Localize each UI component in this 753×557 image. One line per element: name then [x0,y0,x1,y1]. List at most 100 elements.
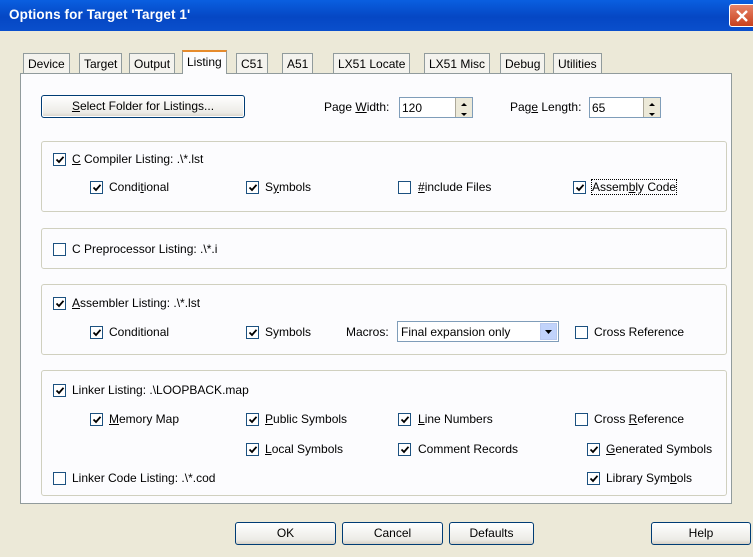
tab-lx51-misc[interactable]: LX51 Misc [424,53,491,73]
a-cross-reference-label: Cross Reference [594,325,685,339]
check-icon [589,446,599,454]
comment-records-label: Comment Records [418,442,519,456]
tab-label: Device [28,57,65,71]
include-files-checkbox[interactable] [398,181,411,194]
generated-symbols-checkbox[interactable] [587,443,600,456]
tab-device[interactable]: Device [23,53,70,73]
tab-target[interactable]: Target [79,53,123,73]
assembler-group [41,284,727,355]
macros-dropdown[interactable]: Final expansion only [397,321,559,342]
public-symbols-label: Public Symbols [265,412,348,426]
check-icon [589,475,599,483]
check-icon [400,416,410,424]
c-compiler-listing-checkbox[interactable] [53,153,66,166]
spin-up-icon[interactable] [456,98,472,107]
c-preprocessor-listing-label: C Preprocessor Listing: .\*.i [72,242,218,256]
spin-up-icon[interactable] [644,98,660,107]
tab-label: Listing [187,55,222,69]
comment-records-checkbox[interactable] [398,443,411,456]
tab-debug[interactable]: Debug [500,53,546,73]
tab-c51[interactable]: C51 [236,53,269,73]
a-conditional-checkbox[interactable] [90,326,103,339]
check-icon [575,184,585,192]
line-numbers-label: Line Numbers [418,412,493,426]
c-symbols-checkbox[interactable] [246,181,259,194]
spin-down-icon[interactable] [456,108,472,117]
close-icon [736,10,748,22]
assembly-code-checkbox[interactable] [573,181,586,194]
close-button[interactable] [729,4,753,27]
tab-label: Output [134,57,171,71]
window-title: Options for Target 'Target 1' [9,7,191,22]
tab-label: Debug [505,57,541,71]
check-icon [400,446,410,454]
page-length-value[interactable]: 65 [592,101,605,115]
page-width-value[interactable]: 120 [402,101,422,115]
l-cross-reference-label: Cross Reference [594,412,685,426]
check-icon [248,184,258,192]
c-preprocessor-listing-checkbox[interactable] [53,243,66,256]
c-compiler-listing-label: C Compiler Listing: .\*.lst [72,152,204,166]
check-icon [55,300,65,308]
assembler-listing-checkbox[interactable] [53,297,66,310]
linker-listing-checkbox[interactable] [53,384,66,397]
check-icon [92,329,102,337]
check-icon [92,416,102,424]
title-bar[interactable]: Options for Target 'Target 1' [0,0,753,31]
linker-listing-label: Linker Listing: .\LOOPBACK.map [72,383,249,397]
local-symbols-checkbox[interactable] [246,443,259,456]
memory-map-label: Memory Map [109,412,180,426]
tab-label: LX51 Locate [338,57,406,71]
tab-output[interactable]: Output [129,53,176,73]
assembly-code-label: Assembly Code [590,179,678,195]
a-cross-reference-checkbox[interactable] [575,326,588,339]
page-length-label: Page Length: [510,100,582,114]
cancel-button[interactable]: Cancel [342,522,443,545]
include-files-label: #include Files [418,180,492,194]
library-symbols-label: Library Symbols [606,471,693,485]
tab-label: C51 [241,57,264,71]
spin-down-icon[interactable] [644,108,660,117]
memory-map-checkbox[interactable] [90,413,103,426]
local-symbols-label: Local Symbols [265,442,344,456]
options-dialog: Options for Target 'Target 1' Device Tar… [0,0,753,557]
a-symbols-checkbox[interactable] [246,326,259,339]
tab-label: Utilities [558,57,597,71]
defaults-button[interactable]: Defaults [449,522,534,545]
c-symbols-label: Symbols [265,180,312,194]
check-icon [248,416,258,424]
library-symbols-checkbox[interactable] [587,472,600,485]
label-part: elect Folder for Listings... [79,99,215,113]
line-numbers-checkbox[interactable] [398,413,411,426]
tab-listing[interactable]: Listing [182,50,227,74]
macros-selected-value: Final expansion only [401,325,511,339]
spin-buttons[interactable] [455,98,472,117]
tab-utilities[interactable]: Utilities [553,53,602,73]
tab-label: Target [84,57,118,71]
linker-code-listing-checkbox[interactable] [53,472,66,485]
l-cross-reference-checkbox[interactable] [575,413,588,426]
generated-symbols-label: Generated Symbols [606,442,713,456]
chevron-down-icon[interactable] [540,323,557,340]
c-conditional-label: Conditional [109,180,170,194]
select-folder-button[interactable]: Select Folder for Listings... [41,95,245,118]
public-symbols-checkbox[interactable] [246,413,259,426]
macros-label: Macros: [346,325,389,339]
help-button[interactable]: Help [651,522,751,545]
tab-a51[interactable]: A51 [282,53,314,73]
tab-lx51-locate[interactable]: LX51 Locate [333,53,411,73]
c-conditional-checkbox[interactable] [90,181,103,194]
assembler-listing-label: Assembler Listing: .\*.lst [72,296,201,310]
spin-buttons[interactable] [643,98,660,117]
a-symbols-label: Symbols [265,325,312,339]
tab-label: A51 [287,57,309,71]
label-mnemonic: S [71,99,80,113]
linker-code-listing-label: Linker Code Listing: .\*.cod [72,471,216,485]
check-icon [92,184,102,192]
page-length-spinner[interactable]: 65 [589,97,661,118]
page-width-spinner[interactable]: 120 [399,97,473,118]
check-icon [248,329,258,337]
check-icon [55,156,65,164]
page-width-label: Page Width: [324,100,390,114]
ok-button[interactable]: OK [235,522,336,545]
